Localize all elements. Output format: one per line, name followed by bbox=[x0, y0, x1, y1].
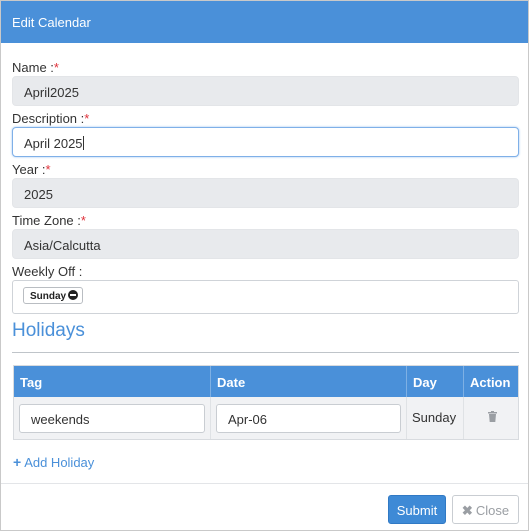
date-cell: Apr-06 bbox=[211, 397, 407, 439]
tag-input[interactable]: weekends bbox=[19, 404, 205, 433]
column-header-date: Date bbox=[211, 366, 407, 397]
column-header-day: Day bbox=[407, 366, 464, 397]
table-row: weekends Apr-06 Sunday bbox=[14, 397, 518, 439]
tag-cell: weekends bbox=[14, 397, 211, 439]
action-cell bbox=[464, 397, 518, 439]
name-field[interactable]: April2025 bbox=[12, 76, 519, 106]
trash-icon[interactable] bbox=[488, 411, 497, 422]
day-value: Sunday bbox=[412, 410, 457, 425]
close-icon: ✖ bbox=[461, 503, 473, 518]
plus-icon: + bbox=[13, 454, 22, 470]
time-zone-field[interactable]: Asia/Calcutta bbox=[12, 229, 519, 259]
date-input[interactable]: Apr-06 bbox=[216, 404, 401, 433]
text-caret bbox=[82, 136, 84, 150]
add-holiday-link[interactable]: + Add Holiday bbox=[13, 454, 94, 470]
column-header-tag: Tag bbox=[14, 366, 211, 397]
time-zone-label: Time Zone :* bbox=[12, 213, 86, 228]
close-button[interactable]: ✖ Close bbox=[452, 495, 519, 524]
submit-button[interactable]: Submit bbox=[388, 495, 446, 524]
modal-title: Edit Calendar bbox=[12, 15, 91, 30]
name-label: Name :* bbox=[12, 60, 59, 75]
remove-chip-icon[interactable] bbox=[68, 290, 79, 300]
weekly-off-label: Weekly Off : bbox=[12, 264, 83, 279]
divider bbox=[12, 352, 519, 353]
edit-calendar-modal: Edit Calendar Name :* April2025 Descript… bbox=[0, 0, 529, 531]
description-field[interactable]: April 2025 bbox=[12, 127, 519, 157]
weekly-off-select[interactable]: Sunday bbox=[12, 280, 519, 314]
day-cell: Sunday bbox=[407, 397, 464, 439]
column-header-action: Action bbox=[464, 366, 518, 397]
year-field[interactable]: 2025 bbox=[12, 178, 519, 208]
weekly-off-chip-sunday: Sunday bbox=[23, 287, 84, 304]
year-label: Year :* bbox=[12, 162, 51, 177]
footer-divider bbox=[1, 483, 528, 484]
modal-header: Edit Calendar bbox=[1, 1, 528, 43]
holidays-table: Tag Date Day Action weekends Apr-06 Sund… bbox=[13, 365, 519, 440]
description-label: Description :* bbox=[12, 111, 90, 126]
holidays-title: Holidays bbox=[12, 320, 85, 341]
